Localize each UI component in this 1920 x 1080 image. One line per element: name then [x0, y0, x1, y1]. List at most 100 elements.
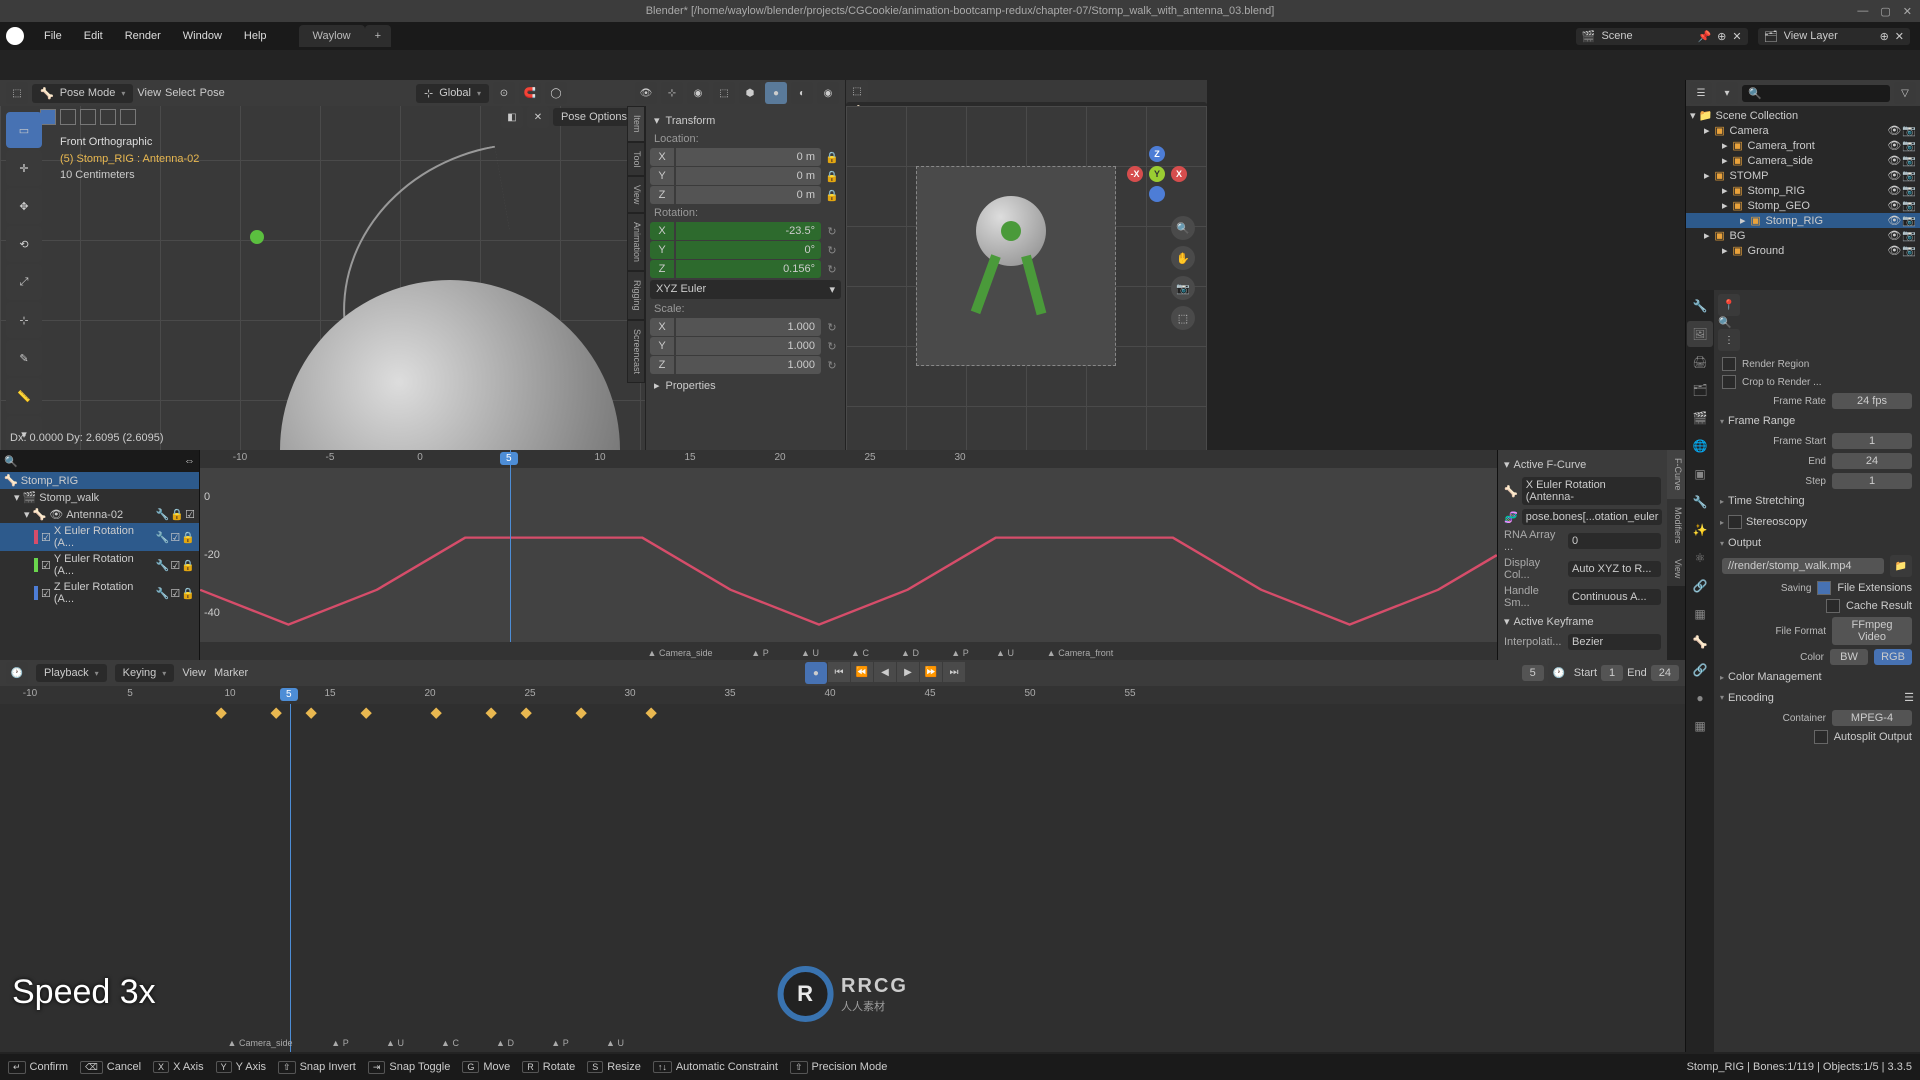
tool-measure[interactable]: 📏 [6, 378, 42, 414]
mode-dropdown[interactable]: 🦴 Pose Mode▾ [32, 84, 133, 103]
maximize-icon[interactable]: ▢ [1880, 5, 1890, 18]
pan-icon[interactable]: ✋ [1171, 246, 1195, 270]
menu-help[interactable]: Help [234, 26, 277, 46]
marker[interactable]: ▲ P [751, 648, 768, 658]
mute-icon[interactable]: ☑ [185, 508, 195, 521]
tab-rigging[interactable]: Rigging [627, 271, 645, 320]
tab-view[interactable]: View [627, 176, 645, 213]
normalize-icon[interactable]: ⇔ [184, 455, 195, 467]
frame-rate-field[interactable]: 24 fps [1832, 393, 1912, 409]
outliner-type-icon[interactable]: ☰ [1690, 82, 1712, 104]
shading-rendered-icon[interactable]: ◉ [817, 82, 839, 104]
select-extend-icon[interactable] [60, 109, 76, 125]
frame-range-header[interactable]: Frame Range [1728, 415, 1795, 427]
fcurve-path-field[interactable]: pose.bones[...otation_euler [1522, 509, 1663, 525]
link-icon[interactable]: ↻ [823, 359, 841, 372]
next-key-icon[interactable]: ⏩ [920, 662, 942, 682]
menu-render[interactable]: Render [115, 26, 171, 46]
keyframe[interactable] [576, 708, 587, 719]
orientation-dropdown[interactable]: ⊹ Global▾ [416, 84, 489, 103]
viewlayer-delete-icon[interactable]: ✕ [1895, 30, 1904, 43]
stereo-header[interactable]: Stereoscopy [1746, 516, 1807, 528]
marker[interactable]: ▲ C [851, 648, 869, 658]
color-bw-button[interactable]: BW [1830, 649, 1868, 665]
transform-header[interactable]: Transform [666, 115, 716, 127]
keying-menu[interactable]: Keying▾ [115, 664, 175, 682]
marker[interactable]: ▲ U [801, 648, 819, 658]
lock-icon[interactable]: 🔒 [823, 189, 841, 202]
lock-icon[interactable]: 🔒 [823, 170, 841, 183]
camera-icon[interactable]: 📷 [1171, 276, 1195, 300]
loc-z-field[interactable]: 0 m [676, 186, 821, 204]
ptab-object[interactable]: ▣ [1687, 461, 1713, 487]
display-color-field[interactable]: Auto XYZ to R... [1568, 561, 1661, 577]
rotation-mode-dropdown[interactable]: XYZ Euler▾ [650, 280, 841, 299]
xray-icon[interactable]: ⬚ [713, 82, 735, 104]
graph-canvas[interactable]: -10-5051015202530 0 -20 -40 5 ▲ Camera_s… [200, 450, 1497, 660]
render-region-check[interactable] [1722, 357, 1736, 371]
stereo-check[interactable] [1728, 515, 1742, 529]
frame-end-field[interactable]: 24 [1832, 453, 1912, 469]
viewport-3d-right[interactable]: ⬚ 🦴 Pose Mode▾ View Select Pose Global▾ … [845, 80, 1207, 450]
handle-smooth-field[interactable]: Continuous A... [1568, 589, 1661, 605]
menu-window[interactable]: Window [173, 26, 232, 46]
pivot-icon[interactable]: ⊙ [493, 82, 515, 104]
keyframe[interactable] [521, 708, 532, 719]
marker[interactable]: ▲ D [496, 1038, 514, 1048]
keyframe[interactable] [431, 708, 442, 719]
navigation-gizmo[interactable]: Z -X Y X [1127, 146, 1187, 206]
gizmo-z-neg[interactable] [1149, 186, 1165, 202]
loc-x-field[interactable]: 0 m [676, 148, 821, 166]
wrench-icon[interactable]: 🔧 [156, 508, 170, 521]
current-frame-field[interactable]: 5 [1522, 665, 1544, 681]
overlay-icon[interactable]: ◉ [687, 82, 709, 104]
ptab-scene[interactable]: 🎬 [1687, 405, 1713, 431]
view-menu[interactable]: View [137, 87, 161, 99]
step-field[interactable]: 1 [1832, 473, 1912, 489]
proportional-icon[interactable]: ◯ [545, 82, 567, 104]
outliner-display-icon[interactable]: ▾ [1716, 82, 1738, 104]
pose-menu[interactable]: Pose [200, 87, 225, 99]
ptab-render[interactable]: 🖼 [1687, 321, 1713, 347]
mirror-off-icon[interactable]: ✕ [527, 106, 549, 128]
perspective-icon[interactable]: ⬚ [1171, 306, 1195, 330]
lock-icon[interactable]: 🔒 [170, 508, 184, 521]
rot-z-field[interactable]: 0.156° [676, 260, 821, 278]
scene-new-icon[interactable]: ⊕ [1717, 30, 1726, 43]
scene-selector[interactable]: 🎬 📌 ⊕ ✕ [1576, 28, 1748, 45]
marker[interactable]: ▲ D [901, 648, 919, 658]
shading-wire-icon[interactable]: ⬢ [739, 82, 761, 104]
keyframe[interactable] [271, 708, 282, 719]
ptab-bone[interactable]: 🦴 [1687, 629, 1713, 655]
rot-y-field[interactable]: 0° [676, 241, 821, 259]
marker[interactable]: ▲ Camera_front [1047, 648, 1113, 658]
select-box-icon[interactable] [40, 109, 56, 125]
link-icon[interactable]: ↻ [823, 244, 841, 257]
outliner-item[interactable]: ▸▣STOMP👁📷 [1686, 168, 1920, 183]
viewlayer-selector[interactable]: 🗂 ⊕ ✕ [1758, 28, 1910, 45]
zoom-icon[interactable]: 🔍 [1171, 216, 1195, 240]
output-header[interactable]: Output [1728, 537, 1761, 549]
outliner-item[interactable]: ▸▣Camera👁📷 [1686, 123, 1920, 138]
tab-fcurve[interactable]: F-Curve [1667, 450, 1685, 499]
marker[interactable]: ▲ P [551, 1038, 568, 1048]
tool-transform[interactable]: ⊹ [6, 302, 42, 338]
editor-type-icon[interactable]: ⬚ [846, 80, 868, 102]
link-icon[interactable]: ↻ [823, 321, 841, 334]
tool-cursor[interactable]: ✛ [6, 150, 42, 186]
ptab-tool[interactable]: 🔧 [1687, 293, 1713, 319]
tool-move[interactable]: ✥ [6, 188, 42, 224]
time-stretch-header[interactable]: Time Stretching [1728, 495, 1805, 507]
tab-item[interactable]: Item [627, 106, 645, 142]
file-ext-check[interactable] [1817, 581, 1831, 595]
scl-x-field[interactable]: 1.000 [676, 318, 821, 336]
link-icon[interactable]: ↻ [823, 263, 841, 276]
ptab-physics[interactable]: ⚛ [1687, 545, 1713, 571]
autosplit-check[interactable] [1814, 730, 1828, 744]
tool-scale[interactable]: ⤢ [6, 264, 42, 300]
playback-menu[interactable]: Playback▾ [36, 664, 107, 682]
file-format-field[interactable]: FFmpeg Video [1832, 617, 1912, 645]
interpolation-field[interactable]: Bezier [1568, 634, 1661, 650]
close-icon[interactable]: ✕ [1903, 5, 1912, 18]
gizmo-x-axis[interactable]: X [1171, 166, 1187, 182]
